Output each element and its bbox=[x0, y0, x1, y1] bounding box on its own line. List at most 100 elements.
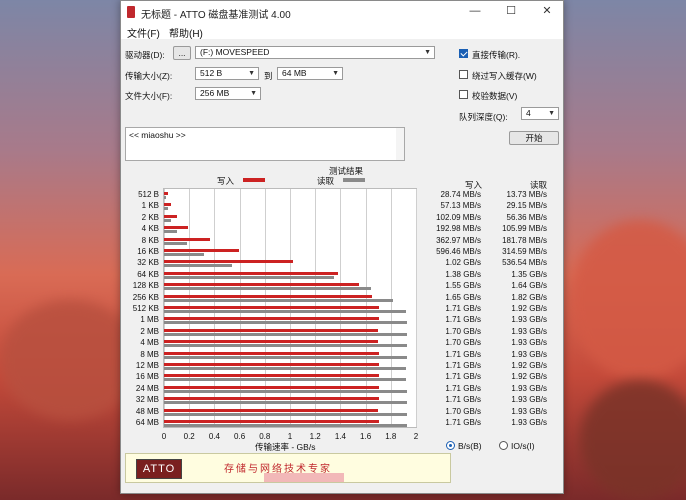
row-size-label: 32 KB bbox=[137, 258, 159, 268]
results-chart bbox=[163, 188, 417, 428]
atto-banner[interactable]: ATTO 存储与网络技术专家 bbox=[125, 453, 451, 483]
write-value: 1.71 GB/s bbox=[445, 315, 481, 325]
write-value: 1.70 GB/s bbox=[445, 338, 481, 348]
verify-data-checkbox[interactable] bbox=[459, 90, 468, 99]
to-label: 到 bbox=[264, 71, 273, 81]
read-bar bbox=[164, 287, 371, 291]
chevron-down-icon: ▼ bbox=[548, 110, 555, 117]
write-value: 57.13 MB/s bbox=[440, 201, 481, 211]
legend-write-swatch bbox=[243, 178, 265, 182]
start-button[interactable]: 开始 bbox=[509, 131, 559, 145]
read-bar bbox=[164, 401, 408, 405]
menu-file[interactable]: 文件(F) bbox=[127, 25, 160, 40]
write-value: 1.02 GB/s bbox=[445, 258, 481, 268]
background-cloud bbox=[0, 300, 140, 420]
read-value: 105.99 MB/s bbox=[502, 224, 547, 234]
x-tick-label: 1.4 bbox=[334, 432, 346, 441]
read-value: 29.15 MB/s bbox=[506, 201, 547, 211]
description-scrollbar[interactable] bbox=[396, 128, 404, 160]
legend-write-label: 写入 bbox=[217, 176, 235, 186]
browse-button[interactable]: ... bbox=[173, 46, 191, 60]
chevron-down-icon: ▼ bbox=[248, 70, 255, 77]
queue-depth-value: 4 bbox=[526, 108, 531, 118]
legend-read-label: 读取 bbox=[317, 176, 335, 186]
write-value: 596.46 MB/s bbox=[436, 247, 481, 256]
x-tick-label: 2 bbox=[413, 432, 419, 441]
queue-depth-select[interactable]: 4 ▼ bbox=[521, 107, 559, 120]
queue-depth-label: 队列深度(Q): bbox=[459, 112, 508, 122]
read-bar bbox=[164, 264, 232, 268]
read-value: 56.36 MB/s bbox=[506, 212, 547, 222]
row-size-label: 4 MB bbox=[140, 338, 159, 348]
row-size-label: 16 KB bbox=[137, 247, 159, 256]
x-tick-label: 1.8 bbox=[385, 432, 397, 441]
x-tick-label: 1 bbox=[287, 432, 293, 441]
transfer-size-label: 传输大小(Z): bbox=[125, 71, 173, 81]
row-size-label: 2 KB bbox=[141, 212, 159, 222]
write-bar bbox=[164, 249, 240, 252]
row-size-label: 1 MB bbox=[140, 315, 159, 325]
read-value: 536.54 MB/s bbox=[502, 258, 547, 268]
write-bar bbox=[164, 271, 338, 275]
drive-label: 驱动器(D): bbox=[125, 50, 165, 60]
write-bar bbox=[164, 294, 372, 298]
row-size-label: 48 MB bbox=[135, 406, 159, 416]
read-bar bbox=[164, 241, 187, 245]
read-value: 314.59 MB/s bbox=[502, 247, 547, 256]
menu-help[interactable]: 帮助(H) bbox=[169, 25, 203, 40]
transfer-to-value: 64 MB bbox=[282, 68, 307, 78]
write-bar bbox=[164, 214, 177, 218]
x-tick-label: 0.6 bbox=[234, 432, 246, 441]
minimize-button[interactable]: — bbox=[467, 4, 483, 18]
window-title: 无标题 - ATTO 磁盘基准测试 4.00 bbox=[141, 10, 291, 21]
read-bar bbox=[164, 218, 172, 222]
write-value: 192.98 MB/s bbox=[436, 224, 481, 234]
chevron-down-icon: ▼ bbox=[332, 70, 339, 77]
direct-io-checkbox[interactable] bbox=[459, 49, 468, 58]
read-bar bbox=[164, 424, 408, 427]
bypass-cache-checkbox[interactable] bbox=[459, 70, 468, 79]
drive-value: (F:) MOVESPEED bbox=[200, 47, 270, 57]
io-per-sec-radio[interactable] bbox=[499, 441, 508, 450]
direct-io-label: 直接传输(R). bbox=[472, 50, 521, 60]
write-bar bbox=[164, 317, 380, 321]
read-bar bbox=[164, 389, 408, 393]
close-button[interactable]: ✕ bbox=[539, 4, 555, 18]
chevron-down-icon: ▼ bbox=[250, 90, 257, 97]
read-value: 1.93 GB/s bbox=[511, 383, 547, 393]
row-size-label: 1 KB bbox=[141, 201, 159, 211]
transfer-to-select[interactable]: 64 MB ▼ bbox=[277, 67, 343, 80]
results-header: 测试结果 bbox=[329, 166, 364, 176]
read-value: 181.78 MB/s bbox=[502, 235, 547, 245]
read-value: 1.82 GB/s bbox=[511, 292, 547, 302]
bytes-per-sec-radio[interactable] bbox=[446, 441, 455, 450]
read-bar bbox=[164, 275, 335, 279]
maximize-button[interactable]: ☐ bbox=[503, 4, 519, 18]
x-axis-label: 传输速率 - GB/s bbox=[255, 442, 316, 452]
read-value: 1.93 GB/s bbox=[511, 315, 547, 325]
write-value: 1.71 GB/s bbox=[445, 372, 481, 382]
x-tick-label: 0.4 bbox=[208, 432, 220, 441]
read-value: 1.93 GB/s bbox=[511, 349, 547, 359]
write-value: 1.71 GB/s bbox=[445, 304, 481, 313]
row-size-label: 64 KB bbox=[137, 269, 159, 279]
grid-line bbox=[416, 189, 417, 427]
drive-select[interactable]: (F:) MOVESPEED ▼ bbox=[195, 46, 435, 59]
read-bar bbox=[164, 412, 408, 416]
menu-bar: 文件(F) 帮助(H) bbox=[121, 23, 563, 40]
bytes-per-sec-label: B/s(B) bbox=[458, 441, 482, 451]
description-textarea[interactable]: << miaoshu >> bbox=[125, 127, 405, 161]
legend-read-swatch bbox=[343, 178, 365, 182]
app-icon bbox=[127, 6, 135, 18]
atto-logo: ATTO bbox=[136, 459, 182, 479]
read-value: 13.73 MB/s bbox=[506, 190, 547, 199]
row-size-label: 16 MB bbox=[135, 372, 159, 382]
file-size-label: 文件大小(F): bbox=[125, 91, 173, 101]
read-bar bbox=[164, 344, 408, 348]
row-size-label: 4 KB bbox=[141, 224, 159, 234]
row-size-label: 2 MB bbox=[140, 326, 159, 336]
file-size-select[interactable]: 256 MB ▼ bbox=[195, 87, 261, 100]
title-bar: 无标题 - ATTO 磁盘基准测试 4.00 — ☐ ✕ bbox=[121, 1, 563, 23]
verify-data-label: 校验数据(V) bbox=[472, 91, 518, 101]
transfer-from-select[interactable]: 512 B ▼ bbox=[195, 67, 259, 80]
